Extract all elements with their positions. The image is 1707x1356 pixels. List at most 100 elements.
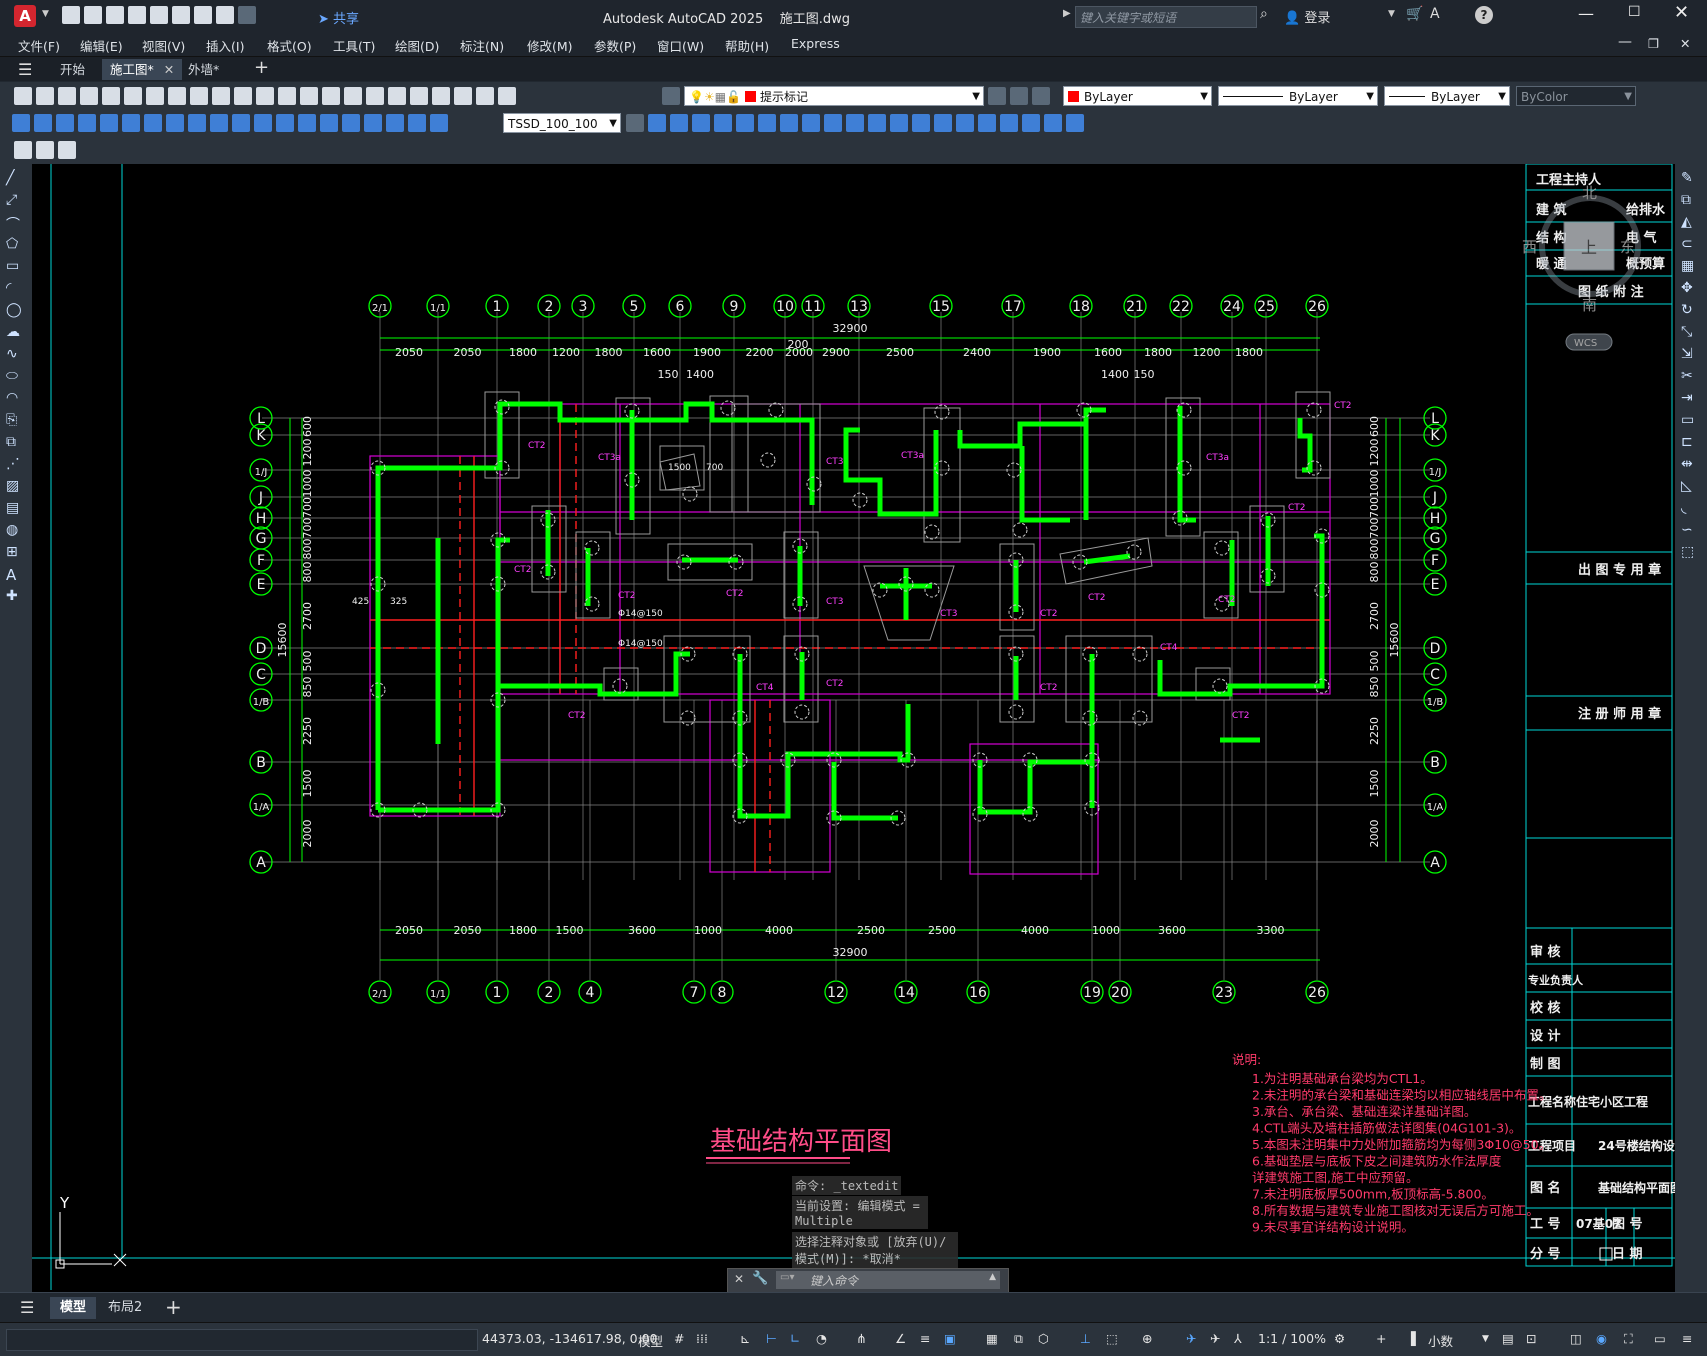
undo2-icon[interactable] [234, 87, 252, 105]
make-current-icon[interactable] [988, 87, 1006, 105]
paste-icon[interactable] [190, 87, 208, 105]
add-selected-icon[interactable]: ✚ [6, 588, 26, 610]
isolate-objects-icon[interactable]: ◫ [1570, 1331, 1582, 1346]
attribute-icon[interactable] [58, 141, 76, 159]
tab-drawing[interactable]: 施工图* ✕ [102, 59, 183, 80]
status-menu-icon[interactable]: ≡ [1682, 1331, 1692, 1346]
cart-icon[interactable]: 🛒 [1406, 6, 1423, 22]
menu-format[interactable]: 格式(O) [267, 36, 312, 55]
redo2-icon[interactable] [256, 87, 274, 105]
menu-dimension[interactable]: 标注(N) [460, 36, 504, 55]
hatch-icon[interactable]: ▨ [6, 478, 26, 500]
clean-screen-icon[interactable]: ⛶ [1624, 1331, 1633, 1347]
lineweight-dropdown[interactable]: ByLayer ▼ [1384, 86, 1510, 106]
model-space-toggle[interactable]: 模型 [638, 1331, 663, 1350]
dimstyle-dropdown[interactable]: TSSD_100_100 ▼ [503, 113, 621, 133]
setup-drawing-icon[interactable] [890, 114, 908, 132]
tab-model[interactable]: 模型 [50, 1297, 97, 1319]
layer-previous-icon[interactable] [1010, 87, 1028, 105]
insert-block-icon[interactable] [36, 141, 54, 159]
menu-modify[interactable]: 修改(M) [527, 36, 573, 55]
save-icon[interactable] [106, 6, 124, 24]
trim-icon[interactable]: ✂ [1681, 368, 1701, 390]
setup-view-icon[interactable] [912, 114, 930, 132]
layer-states-icon[interactable] [1032, 87, 1050, 105]
centermark-icon[interactable] [320, 114, 338, 132]
fillet-icon[interactable]: ◟ [1681, 500, 1701, 522]
setup-profile-icon[interactable] [934, 114, 952, 132]
tab-exterior-wall[interactable]: 外墙* [180, 59, 227, 80]
zoom-previous-icon[interactable] [344, 87, 362, 105]
annotation-scale-value[interactable]: 1:1 / 100% [1258, 1331, 1326, 1346]
autodesk-a360-icon[interactable]: A [1430, 6, 1440, 22]
units-chevron-icon[interactable]: ▼ [1482, 1334, 1489, 1344]
transparency-icon[interactable]: ▦ [986, 1331, 998, 1346]
login-button[interactable]: 👤 登录 [1284, 7, 1330, 26]
auto-scale-icon[interactable]: ✈ [1210, 1331, 1220, 1346]
doc-restore-icon[interactable]: ❐ [1648, 36, 1659, 51]
redo-icon[interactable] [238, 6, 256, 24]
annotation-monitor-icon[interactable]: + [1376, 1331, 1386, 1346]
qnew-icon[interactable] [14, 87, 32, 105]
dimordinate-icon[interactable] [78, 114, 96, 132]
toolpalettes-icon[interactable] [410, 87, 428, 105]
search-input[interactable]: 键入关键字或短语 [1075, 6, 1257, 28]
doc-minimize-icon[interactable]: — [1618, 34, 1632, 50]
command-history-arrow-icon[interactable]: ▲ [989, 1272, 996, 1282]
selection-cycling-icon[interactable]: ⧉ [1014, 1331, 1023, 1347]
tab-close-icon[interactable]: ✕ [164, 62, 174, 77]
solid-torus-icon[interactable] [758, 114, 776, 132]
spline-icon[interactable]: ∿ [6, 346, 26, 368]
dimupdate-icon[interactable] [430, 114, 448, 132]
object-snap-tracking-icon[interactable]: ∠ [895, 1331, 906, 1346]
join-icon[interactable]: ⇹ [1681, 456, 1701, 478]
menu-insert[interactable]: 插入(I) [206, 36, 244, 55]
menu-view[interactable]: 视图(V) [142, 36, 185, 55]
dimbreak-icon[interactable] [276, 114, 294, 132]
graphics-performance-icon[interactable]: ◉ [1596, 1331, 1607, 1346]
menu-parametric[interactable]: 参数(P) [594, 36, 636, 55]
viewcube-east[interactable]: 东 [1620, 238, 1635, 256]
annotation-scale-icon[interactable]: ⅄ [1234, 1331, 1242, 1346]
circle-icon[interactable]: ◯ [6, 302, 26, 324]
menu-tools[interactable]: 工具(T) [333, 36, 375, 55]
layer-properties-icon[interactable] [662, 87, 680, 105]
make-block-icon[interactable]: ⧉ [6, 434, 26, 456]
dimcontinue-icon[interactable] [232, 114, 250, 132]
line-icon[interactable]: ╱ [6, 170, 26, 192]
command-line[interactable]: ✕ 🔧 ▭▾ 键入命令 ▲ [727, 1268, 1009, 1294]
revolve-icon[interactable] [802, 114, 820, 132]
plot2-icon[interactable] [80, 87, 98, 105]
dimstyle-manager-icon[interactable] [626, 114, 644, 132]
mirror-icon[interactable]: ◭ [1681, 214, 1701, 236]
mtext-icon[interactable]: A [6, 566, 26, 588]
properties-icon[interactable] [366, 87, 384, 105]
maximize-window-icon[interactable]: ☐ [1628, 4, 1641, 20]
preview-icon[interactable] [102, 87, 120, 105]
dimbaseline-icon[interactable] [210, 114, 228, 132]
linetype-dropdown[interactable]: ByLayer ▼ [1218, 86, 1378, 106]
publish2-icon[interactable] [124, 87, 142, 105]
zoom-realtime-icon[interactable] [300, 87, 318, 105]
viewcube-south[interactable]: 南 [1582, 296, 1597, 314]
qsave-icon[interactable] [58, 87, 76, 105]
interfere-icon[interactable] [868, 114, 886, 132]
dimedit-icon[interactable] [386, 114, 404, 132]
jogline-icon[interactable] [364, 114, 382, 132]
gradient-icon[interactable]: ▤ [6, 500, 26, 522]
doc-close-icon[interactable]: ✕ [1680, 36, 1690, 51]
calculator-icon[interactable] [476, 87, 494, 105]
explode-icon[interactable]: ⬚ [1681, 544, 1701, 566]
xline-icon[interactable]: ⤢ [6, 192, 26, 214]
dimdiameter-icon[interactable] [144, 114, 162, 132]
autocad-logo-icon[interactable]: A [14, 5, 36, 27]
dimjogged-icon[interactable] [122, 114, 140, 132]
lineweight-toggle-icon[interactable]: ≡ [920, 1331, 930, 1346]
rotate-icon[interactable]: ↻ [1681, 302, 1701, 324]
object-snap-icon[interactable]: ▣ [944, 1331, 956, 1346]
workspace-gear-icon[interactable]: ⚙ [1334, 1331, 1345, 1346]
menu-window[interactable]: 窗口(W) [657, 36, 704, 55]
command-close-icon[interactable]: ✕ [734, 1272, 744, 1286]
ellipse-icon[interactable]: ⬭ [6, 368, 26, 390]
extend-icon[interactable]: ⇥ [1681, 390, 1701, 412]
